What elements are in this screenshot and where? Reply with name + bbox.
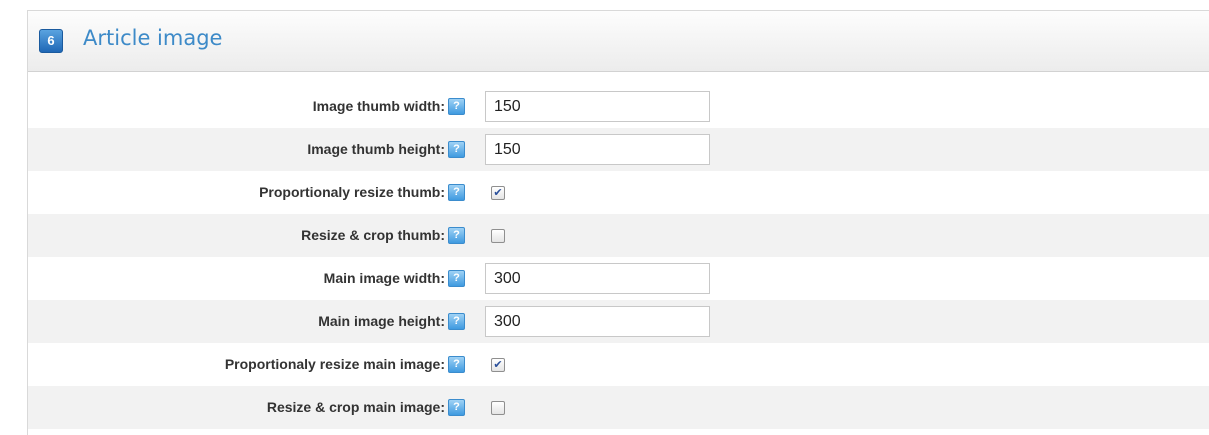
field-label: Main image height: [318, 313, 445, 329]
field-label: Resize & crop thumb: [301, 227, 445, 243]
info-icon[interactable]: ? [448, 270, 465, 287]
field-label: Image thumb height: [307, 141, 445, 157]
proportional-resize-thumb-checkbox[interactable]: ✔ [491, 186, 505, 200]
field-label: Proportionaly resize main image: [224, 356, 445, 372]
info-icon[interactable]: ? [448, 399, 465, 416]
form-row-main-image-width: Main image width: ? [28, 257, 1209, 300]
field-label: Resize & crop main image: [266, 399, 445, 415]
form-row-resize-crop-thumb: Resize & crop thumb: ? [28, 214, 1209, 257]
form-row-proportional-resize-thumb: Proportionaly resize thumb: ? ✔ [28, 171, 1209, 214]
field-label: Proportionaly resize thumb: [259, 184, 445, 200]
info-icon[interactable]: ? [448, 313, 465, 330]
resize-crop-thumb-checkbox[interactable] [491, 229, 505, 243]
image-thumb-width-input[interactable] [485, 91, 710, 122]
panel-header: 6 Article image [28, 11, 1209, 72]
article-image-panel: 6 Article image Image thumb width: ? Ima… [27, 10, 1209, 435]
proportional-resize-main-checkbox[interactable]: ✔ [491, 358, 505, 372]
form-row-main-image-height: Main image height: ? [28, 300, 1209, 343]
field-label: Image thumb width: [312, 98, 445, 114]
image-thumb-height-input[interactable] [485, 134, 710, 165]
resize-crop-main-checkbox[interactable] [491, 401, 505, 415]
form-row-resize-crop-main: Resize & crop main image: ? [28, 386, 1209, 429]
info-icon[interactable]: ? [448, 184, 465, 201]
info-icon[interactable]: ? [448, 98, 465, 115]
form-rows: Image thumb width: ? Image thumb height:… [28, 85, 1209, 429]
info-icon[interactable]: ? [448, 141, 465, 158]
step-number-badge: 6 [39, 29, 63, 53]
form-row-image-thumb-height: Image thumb height: ? [28, 128, 1209, 171]
form-row-proportional-resize-main: Proportionaly resize main image: ? ✔ [28, 343, 1209, 386]
main-image-height-input[interactable] [485, 306, 710, 337]
form-row-image-thumb-width: Image thumb width: ? [28, 85, 1209, 128]
info-icon[interactable]: ? [448, 227, 465, 244]
field-label: Main image width: [323, 270, 445, 286]
info-icon[interactable]: ? [448, 356, 465, 373]
main-image-width-input[interactable] [485, 263, 710, 294]
panel-title: Article image [83, 26, 223, 50]
